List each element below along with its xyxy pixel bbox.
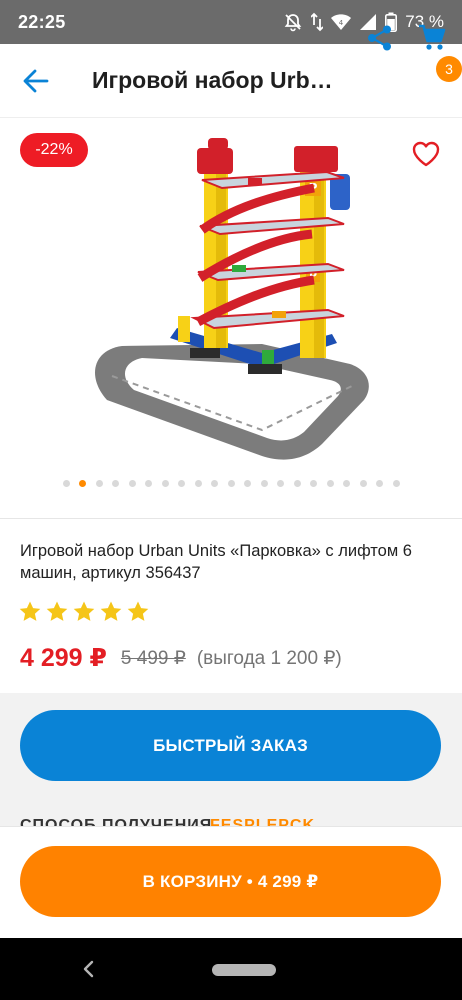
gallery-dot[interactable] xyxy=(359,480,367,487)
share-icon xyxy=(368,25,391,51)
product-title: Игровой набор Urban Units «Парковка» с л… xyxy=(20,542,412,582)
star-icon xyxy=(46,601,68,621)
wifi-icon: 4 xyxy=(331,14,352,30)
arrow-back-icon xyxy=(23,69,49,92)
delivery-value[interactable]: FESPLEPCK xyxy=(210,816,315,826)
gallery-dot[interactable] xyxy=(79,480,86,487)
heart-icon xyxy=(412,141,440,167)
delivery-method[interactable]: СПОСОБ ПОЛУЧЕНИЯ FESPLEPCK xyxy=(20,816,440,826)
page-title: Игровой набор Urban Units «Парковка» с л… xyxy=(92,67,344,93)
back-button[interactable] xyxy=(0,44,72,118)
price-old: 5 499 ₽ xyxy=(120,647,186,669)
discount-badge: -22% xyxy=(20,133,88,167)
gallery-dot[interactable] xyxy=(227,480,235,487)
gallery-dot[interactable] xyxy=(112,480,119,487)
rating-stars xyxy=(18,600,150,624)
gallery-dot[interactable] xyxy=(211,480,218,487)
price-current: 4 299 ₽ xyxy=(20,644,107,672)
gallery-dot[interactable] xyxy=(293,480,301,487)
gallery-dot[interactable] xyxy=(343,480,350,487)
share-button[interactable] xyxy=(360,18,400,58)
mute-icon xyxy=(284,14,302,32)
star-icon xyxy=(73,601,95,621)
gallery-dot[interactable] xyxy=(161,480,169,487)
cart-count-badge: 3 xyxy=(436,56,462,82)
gallery-dot[interactable] xyxy=(392,480,400,487)
status-time: 22:25 xyxy=(18,11,66,32)
star-icon xyxy=(19,601,41,621)
quick-order-button[interactable]: БЫСТРЫЙ ЗАКАЗ xyxy=(20,710,441,781)
price-saving: (выгода 1 200 ₽) xyxy=(196,647,342,669)
add-to-cart-button[interactable]: В КОРЗИНУ • 4 299 ₽ xyxy=(20,846,441,917)
gallery-dot[interactable] xyxy=(194,480,202,487)
product-image: P P xyxy=(95,138,369,460)
cart-icon xyxy=(419,24,446,50)
gallery-dot[interactable] xyxy=(277,480,284,487)
gallery-dot[interactable] xyxy=(376,480,383,487)
star-icon xyxy=(127,601,149,621)
gallery-dot[interactable] xyxy=(260,480,268,487)
svg-text:4: 4 xyxy=(339,19,344,27)
favorite-button[interactable] xyxy=(408,136,444,172)
gallery-dot[interactable] xyxy=(95,480,103,487)
star-icon xyxy=(100,601,122,621)
data-arrows-icon xyxy=(311,12,324,32)
gallery-dot[interactable] xyxy=(326,480,334,487)
gallery-dot[interactable] xyxy=(310,480,317,487)
gallery-pagination[interactable] xyxy=(0,480,462,492)
divider xyxy=(0,518,462,519)
screen: 22:25 4 73 % Игровой набор Urban 3 -22% … xyxy=(0,0,462,1000)
price-row: 4 299 ₽ 5 499 ₽ (выгода 1 200 ₽) xyxy=(20,640,342,676)
delivery-label: СПОСОБ ПОЛУЧЕНИЯ xyxy=(20,817,213,826)
cart-button[interactable] xyxy=(412,18,452,58)
gallery-dot[interactable] xyxy=(145,480,152,487)
product-gallery[interactable]: -22% P P xyxy=(0,120,462,518)
gallery-dot[interactable] xyxy=(244,480,251,487)
nav-back-icon[interactable] xyxy=(78,958,100,980)
gallery-dot[interactable] xyxy=(178,480,185,487)
gallery-dot[interactable] xyxy=(62,480,70,487)
gallery-dot[interactable] xyxy=(128,480,136,487)
nav-home-pill[interactable] xyxy=(212,964,276,976)
